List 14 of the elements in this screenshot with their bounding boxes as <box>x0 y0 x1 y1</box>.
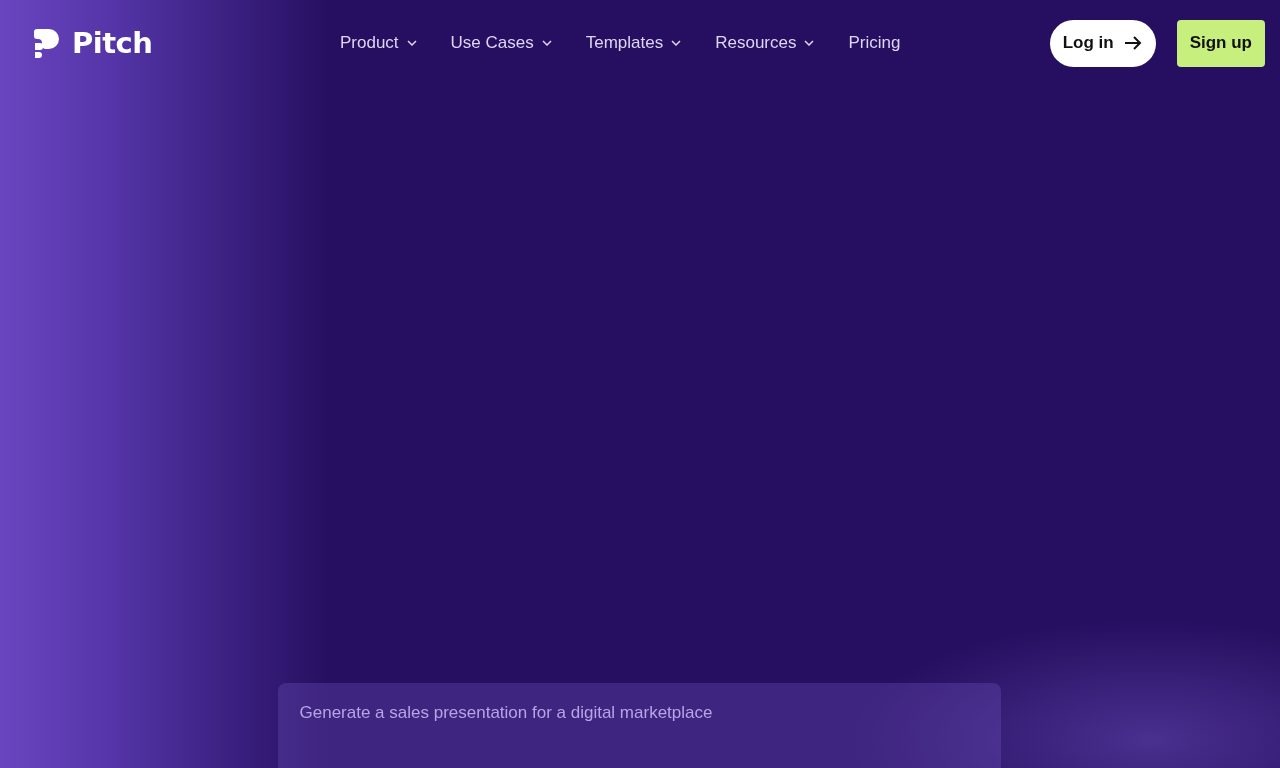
signup-button[interactable]: Sign up <box>1176 19 1265 67</box>
chevron-icon <box>541 40 552 46</box>
nav-link[interactable]: Use Cases <box>450 33 552 53</box>
chevron-icon <box>406 40 417 46</box>
nav-link[interactable]: Resources <box>715 33 815 53</box>
arrow-right-icon <box>1123 35 1142 51</box>
login-button[interactable]: Log in <box>1049 19 1156 67</box>
nav-link[interactable]: Product <box>340 33 417 53</box>
logo-text[interactable]: Pitch <box>72 26 153 60</box>
chevron-icon <box>804 40 815 46</box>
nav-link[interactable]: Templates <box>585 33 682 53</box>
nav-link[interactable]: Pricing <box>848 33 901 53</box>
logo-icon <box>32 27 62 59</box>
chevron-icon <box>671 40 682 46</box>
